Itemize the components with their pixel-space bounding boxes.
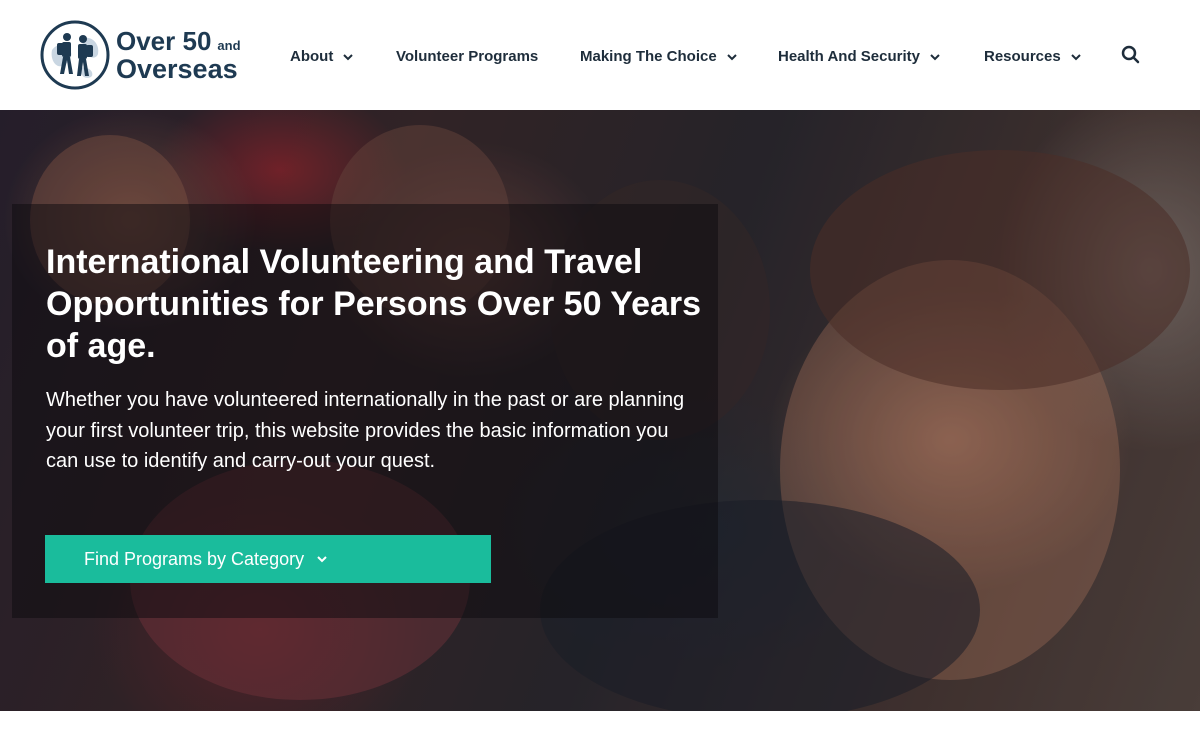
- nav-item-volunteer-programs[interactable]: Volunteer Programs: [396, 48, 538, 65]
- chevron-down-icon: [1071, 53, 1081, 60]
- hero-title: International Volunteering and Travel Op…: [46, 243, 702, 365]
- hero-description: Whether you have volunteered internation…: [46, 389, 685, 472]
- chevron-down-icon: [726, 53, 737, 60]
- brand-and: and: [217, 37, 241, 53]
- find-programs-label: Find Programs by Category: [84, 548, 305, 569]
- globe-hikers-icon: [40, 20, 110, 90]
- site-logo[interactable]: Over 50 and Overseas: [40, 20, 250, 90]
- chevron-down-icon: [343, 53, 354, 60]
- site-header: Over 50 and Overseas About Volunteer Prog…: [0, 0, 1200, 110]
- nav-item-health-and-security[interactable]: Health And Security: [778, 48, 941, 65]
- brand-line1: Over 50: [116, 25, 212, 56]
- brand-line2: Overseas: [116, 53, 238, 84]
- nav-item-label: Volunteer Programs: [396, 48, 539, 65]
- site-name: Over 50 and Overseas: [116, 28, 241, 83]
- nav-item-making-the-choice[interactable]: Making The Choice: [580, 48, 738, 65]
- nav-item-label: Resources: [984, 48, 1061, 65]
- nav-item-resources[interactable]: Resources: [984, 48, 1082, 65]
- nav-item-about[interactable]: About: [290, 48, 354, 65]
- hero-section: International Volunteering and Travel Op…: [0, 110, 1200, 711]
- search-button[interactable]: [1120, 44, 1142, 66]
- nav-item-label: Making The Choice: [580, 48, 717, 65]
- nav-item-label: Health And Security: [778, 48, 920, 65]
- find-programs-button[interactable]: Find Programs by Category: [45, 535, 491, 583]
- chevron-down-icon: [930, 53, 940, 60]
- search-icon: [1121, 45, 1140, 64]
- nav-item-label: About: [290, 48, 334, 65]
- chevron-down-icon: [317, 556, 327, 563]
